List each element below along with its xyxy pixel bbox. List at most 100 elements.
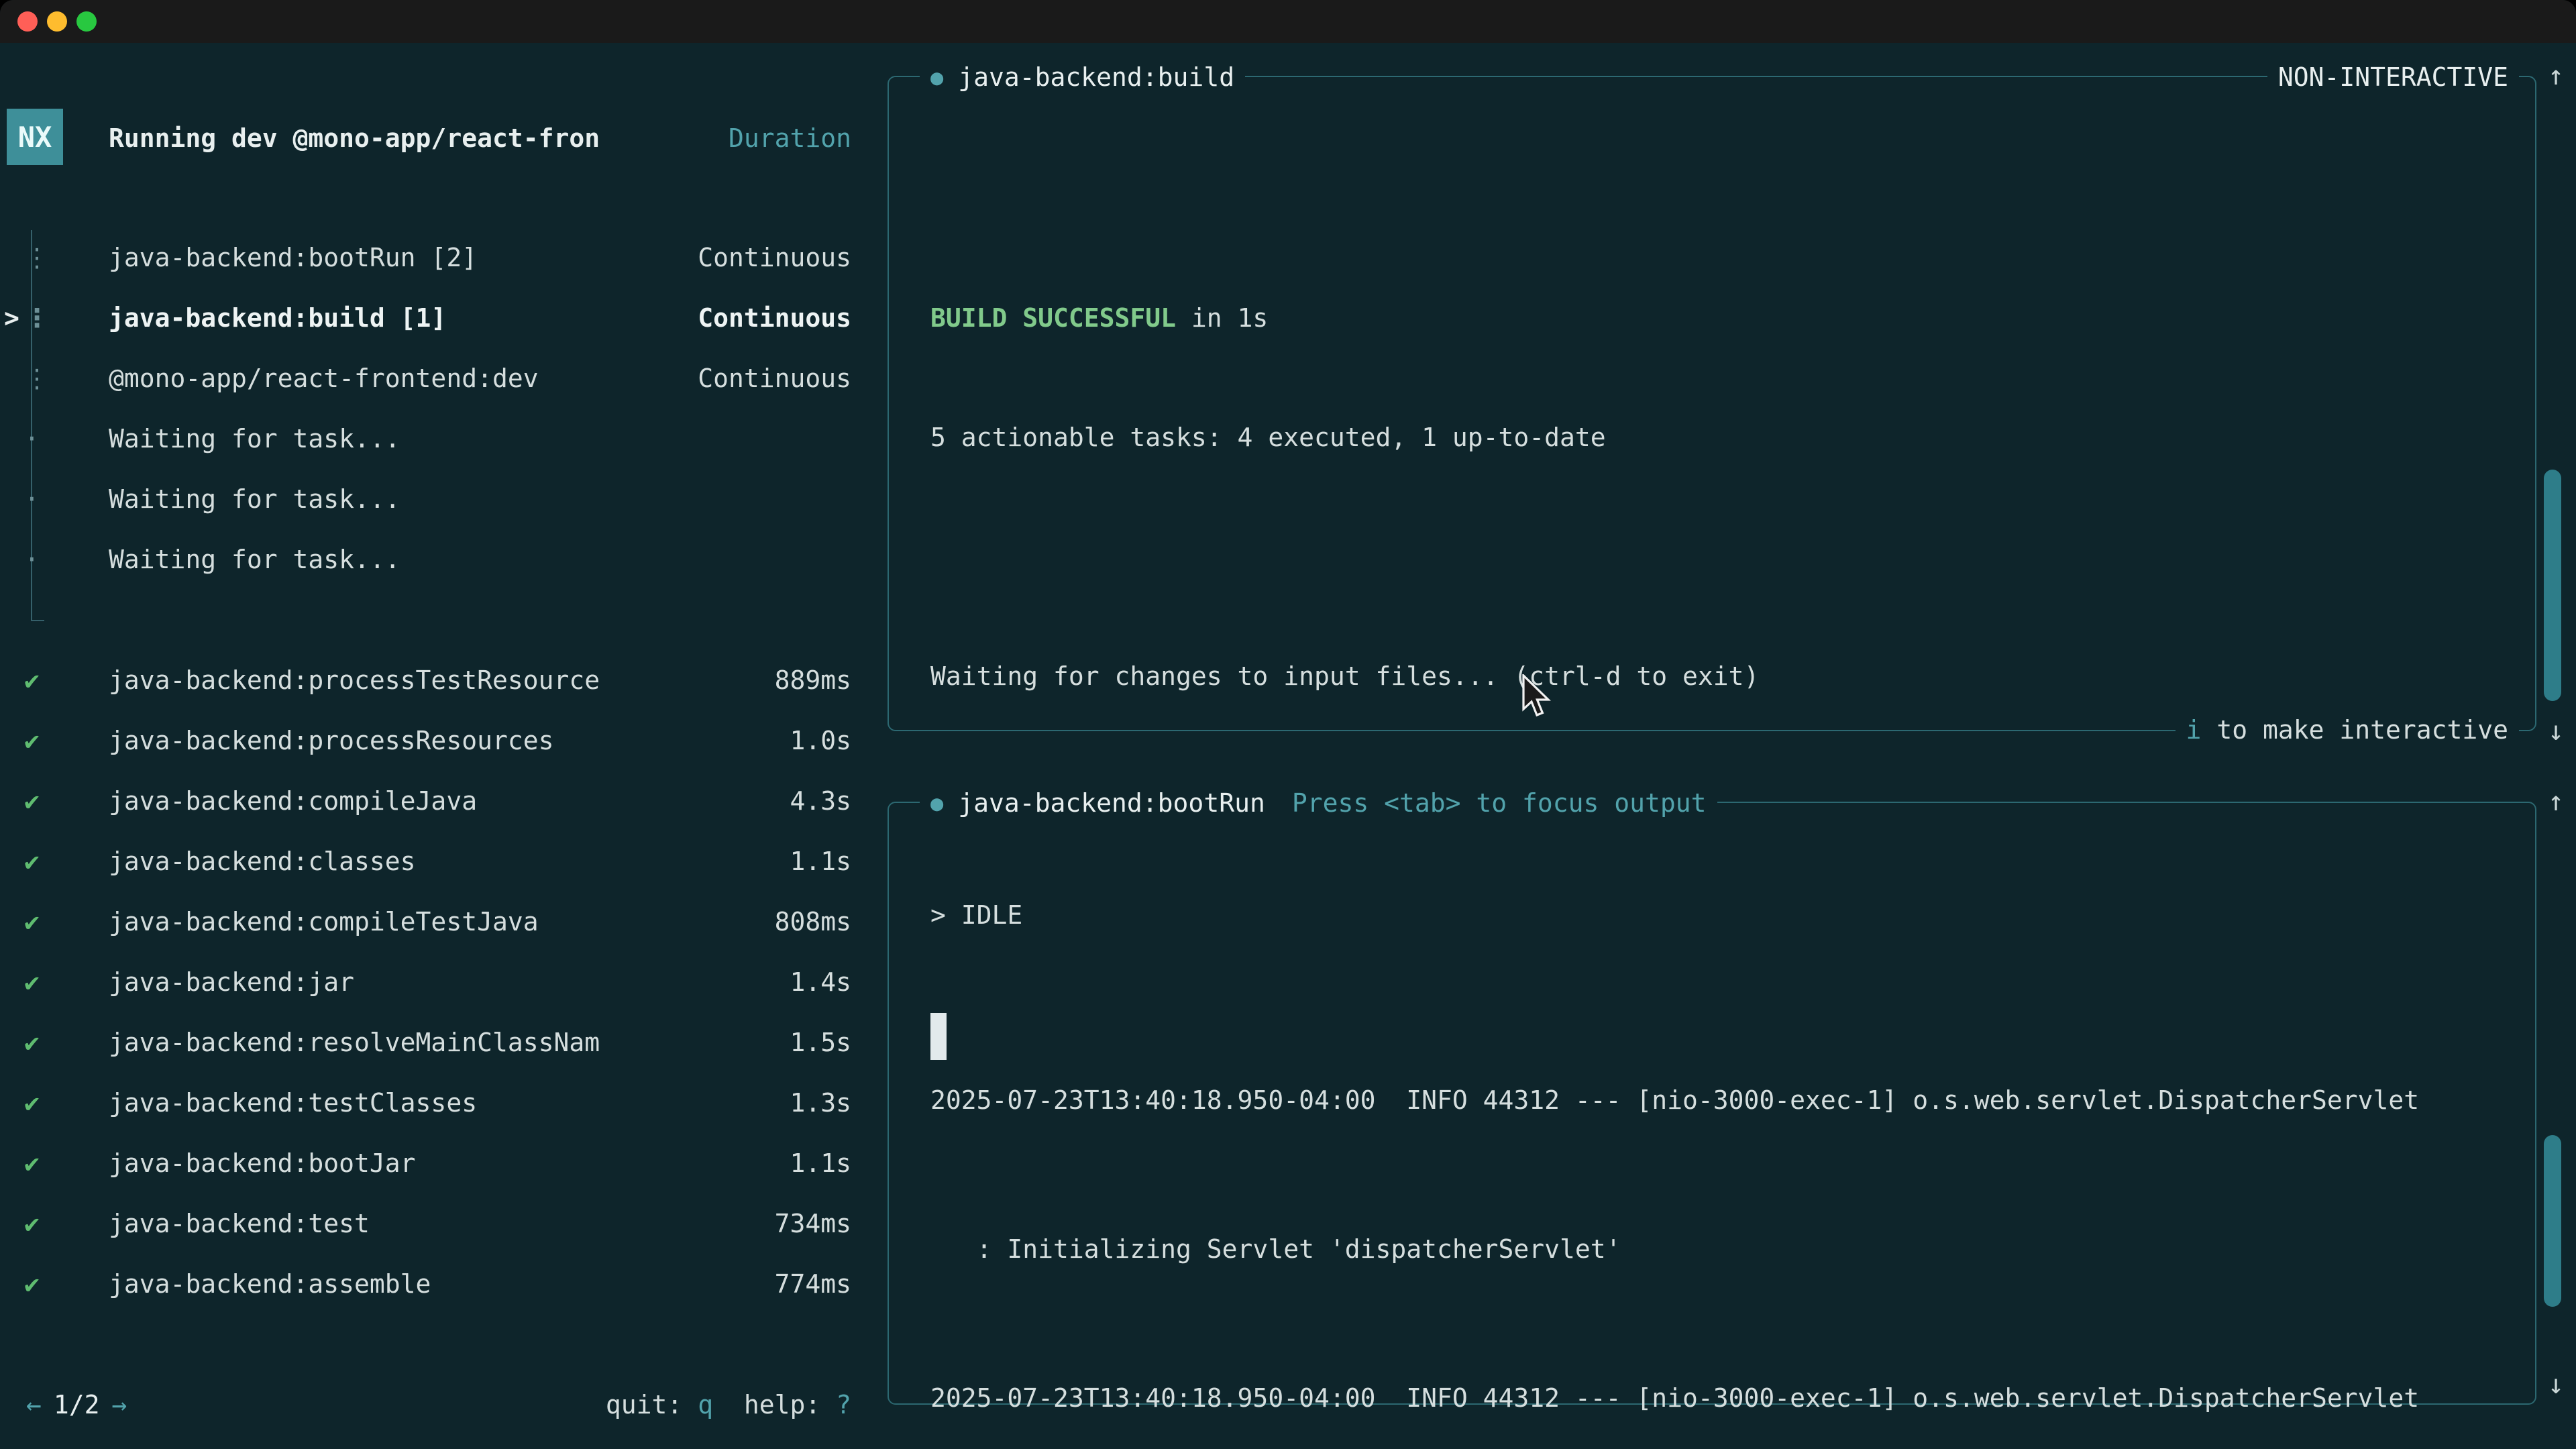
build-scrollbar-thumb[interactable] (2544, 470, 2561, 701)
task-status-icon: · (24, 545, 40, 574)
prev-page-arrow-icon[interactable]: ← (26, 1390, 42, 1419)
page-indicator: 1/2 (54, 1390, 100, 1419)
task-bullet-icon: ● (930, 790, 943, 816)
selection-arrow-icon: > (4, 303, 19, 333)
task-status-icon: · (24, 424, 40, 453)
bootrun-scroll-up-icon[interactable]: ↑ (2548, 786, 2564, 817)
mouse-cursor (1519, 674, 1553, 721)
pagination: ← 1/2 → (26, 1390, 127, 1419)
task-duration: 1.5s (790, 1028, 851, 1057)
bootrun-panel-titlebar: ● java-backend:bootRun Press <tab> to fo… (920, 784, 1717, 822)
quit-hint-label: quit: (606, 1390, 698, 1419)
bootrun-output-log: 2025-07-23T13:40:18.950-04:00 INFO 44312… (930, 893, 2522, 1449)
tasks-summary-line: 5 actionable tasks: 4 executed, 1 up-to-… (930, 407, 2522, 468)
waiting-for-changes-line: Waiting for changes to input files... (c… (930, 646, 2522, 706)
task-label: java-backend:bootRun [2] (109, 243, 477, 272)
completed-task-row[interactable]: ✔ java-backend:resolveMainClassNam 1.5s (0, 1012, 872, 1073)
build-panel-title: java-backend:build (958, 62, 1234, 92)
run-command-title: Running dev @mono-app/react-fron (109, 123, 600, 153)
bootrun-scroll-down-icon[interactable]: ↓ (2548, 1369, 2564, 1400)
completed-task-row[interactable]: ✔ java-backend:jar 1.4s (0, 952, 872, 1012)
task-sidebar: NX Running dev @mono-app/react-fron Dura… (0, 43, 872, 1449)
task-status-icon: ⋮ (24, 303, 50, 333)
check-icon: ✔ (24, 1148, 40, 1178)
task-duration: 734ms (775, 1209, 851, 1238)
task-label: Waiting for task... (109, 484, 400, 514)
check-icon: ✔ (24, 665, 40, 695)
task-status-icon: ⋮ (24, 364, 50, 393)
build-status-suffix: in 1s (1176, 303, 1268, 333)
task-label: java-backend:processResources (109, 726, 553, 755)
completed-task-row[interactable]: ✔ java-backend:processTestResource 889ms (0, 650, 872, 710)
build-status: BUILD SUCCESSFUL (930, 303, 1176, 333)
close-button[interactable] (17, 11, 38, 32)
completed-task-row[interactable]: ✔ java-backend:assemble 774ms (0, 1254, 872, 1314)
task-label: @mono-app/react-frontend:dev (109, 364, 539, 393)
sidebar-header: Running dev @mono-app/react-fron Duratio… (109, 108, 851, 168)
next-page-arrow-icon[interactable]: → (112, 1390, 127, 1419)
sidebar-footer: ← 1/2 → quit: q help: ? (0, 1375, 872, 1435)
completed-task-row[interactable]: ✔ java-backend:compileJava 4.3s (0, 771, 872, 831)
check-icon: ✔ (24, 967, 40, 997)
help-key: ? (836, 1390, 851, 1419)
running-task-row[interactable]: > · Waiting for task... (0, 409, 872, 469)
task-label: java-backend:jar (109, 967, 354, 997)
running-task-row[interactable]: > · Waiting for task... (0, 469, 872, 529)
build-result-line: BUILD SUCCESSFUL in 1s (930, 288, 2522, 348)
check-icon: ✔ (24, 1028, 40, 1057)
completed-task-row[interactable]: ✔ java-backend:compileTestJava 808ms (0, 892, 872, 952)
task-duration: 1.3s (790, 1088, 851, 1118)
task-bullet-icon: ● (930, 64, 943, 90)
task-label: java-backend:compileTestJava (109, 907, 539, 936)
completed-task-row[interactable]: ✔ java-backend:bootJar 1.1s (0, 1133, 872, 1193)
completed-task-row[interactable]: ✔ java-backend:test 734ms (0, 1193, 872, 1254)
task-duration: 808ms (775, 907, 851, 936)
task-label: java-backend:resolveMainClassNam (109, 1028, 600, 1057)
task-duration: 1.1s (790, 847, 851, 876)
bootrun-output-panel[interactable]: ● java-backend:bootRun Press <tab> to fo… (888, 802, 2536, 1405)
spring-log-lines: 2025-07-23T13:40:18.950-04:00 INFO 44312… (930, 952, 2522, 1449)
running-task-row[interactable]: > · Waiting for task... (0, 529, 872, 590)
task-status-icon: · (24, 484, 40, 514)
quit-key: q (698, 1390, 713, 1419)
running-task-list: > ⋮ java-backend:bootRun [2] Continuous … (0, 227, 872, 590)
bootrun-scrollbar-thumb[interactable] (2544, 1135, 2561, 1307)
task-duration: Continuous (698, 243, 851, 272)
task-label: Waiting for task... (109, 424, 400, 453)
task-duration: 1.4s (790, 967, 851, 997)
completed-task-row[interactable]: ✔ java-backend:processResources 1.0s (0, 710, 872, 771)
build-scroll-up-icon[interactable]: ↑ (2548, 60, 2564, 91)
running-task-row[interactable]: > ⋮ java-backend:bootRun [2] Continuous (0, 227, 872, 288)
maximize-button[interactable] (76, 11, 97, 32)
log-line: : Initializing Servlet 'dispatcherServle… (930, 1219, 2522, 1279)
duration-column-header: Duration (729, 123, 851, 153)
check-icon: ✔ (24, 1209, 40, 1238)
task-label: java-backend:classes (109, 847, 416, 876)
task-duration: 889ms (775, 665, 851, 695)
task-duration: Continuous (698, 364, 851, 393)
task-duration: Continuous (698, 303, 851, 333)
running-task-row[interactable]: > ⋮ java-backend:build [1] Continuous (0, 288, 872, 348)
task-label: java-backend:processTestResource (109, 665, 600, 695)
check-icon: ✔ (24, 1088, 40, 1118)
completed-task-row[interactable]: ✔ java-backend:testClasses 1.3s (0, 1073, 872, 1133)
nx-tui-terminal-window: NX Running dev @mono-app/react-fron Dura… (0, 0, 2576, 1449)
task-status-icon: ⋮ (24, 243, 50, 272)
log-line: 2025-07-23T13:40:18.950-04:00 INFO 44312… (930, 1070, 2522, 1130)
build-output-panel[interactable]: ● java-backend:build NON-INTERACTIVE i t… (888, 76, 2536, 731)
running-task-row[interactable]: > ⋮ @mono-app/react-frontend:dev Continu… (0, 348, 872, 409)
task-duration: 1.0s (790, 726, 851, 755)
window-titlebar (0, 0, 2576, 43)
non-interactive-mode-label: NON-INTERACTIVE (2267, 58, 2519, 96)
task-label: java-backend:test (109, 1209, 370, 1238)
task-label: java-backend:assemble (109, 1269, 431, 1299)
task-label: java-backend:bootJar (109, 1148, 416, 1178)
nx-logo: NX (7, 109, 63, 165)
minimize-button[interactable] (47, 11, 67, 32)
completed-task-row[interactable]: ✔ java-backend:classes 1.1s (0, 831, 872, 892)
build-scroll-down-icon[interactable]: ↓ (2548, 716, 2564, 747)
help-hint-label: help: (713, 1390, 836, 1419)
completed-task-list: ✔ java-backend:processTestResource 889ms… (0, 650, 872, 1314)
focus-output-hint: Press <tab> to focus output (1292, 788, 1707, 818)
task-duration: 774ms (775, 1269, 851, 1299)
